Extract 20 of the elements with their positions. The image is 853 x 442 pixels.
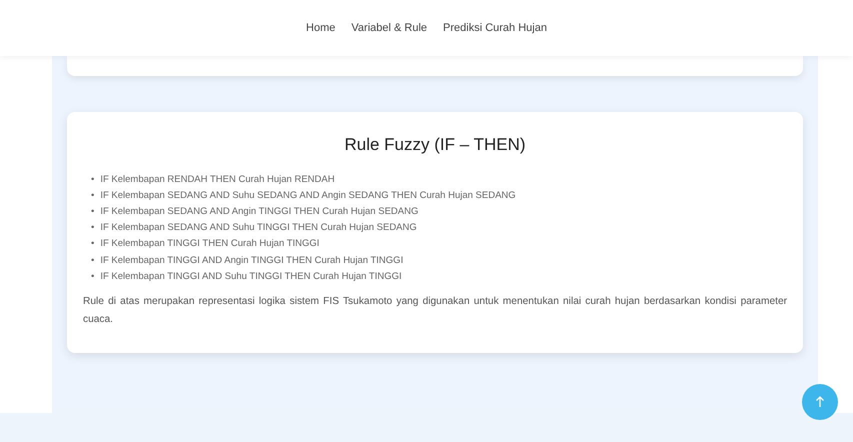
nav-link[interactable]: Prediksi Curah Hujan: [443, 20, 547, 36]
rule-item: IF Kelembapan SEDANG AND Angin TINGGI THEN Curah Hujan SEDANG: [100, 204, 418, 219]
nav-link[interactable]: Home: [306, 20, 336, 36]
bullet: •: [91, 270, 94, 284]
card-title: Rule Fuzzy (IF – THEN): [343, 134, 527, 156]
bullet: •: [91, 204, 94, 219]
rule-item: IF Kelembapan TINGGI THEN Curah Hujan TINGGI: [100, 237, 320, 252]
nav-link[interactable]: Variabel & Rule: [351, 20, 428, 36]
bullet: •: [91, 188, 94, 203]
arrow-up-icon: [815, 396, 825, 408]
rule-item: IF Kelembapan SEDANG AND Suhu SEDANG AND Angin SEDANG THEN Curah Hujan SEDANG: [100, 188, 516, 203]
rule-item: IF Kelembapan TINGGI AND Angin TINGGI THEN Curah Hujan TINGGI: [100, 254, 404, 268]
rule-item: IF Kelembapan RENDAH THEN Curah Hujan RENDAH: [100, 172, 335, 186]
bullet: •: [91, 254, 94, 268]
rule-item: IF Kelembapan SEDANG AND Suhu TINGGI THEN Curah Hujan SEDANG: [100, 221, 417, 236]
bullet: •: [91, 237, 94, 252]
description-text: Rule di atas merupakan representasi logika sistem FIS Tsukamoto yang digunakan untuk menentukan nilai curah hujan berdasarkan kondisi parameter cuaca.: [83, 294, 787, 327]
bullet: •: [91, 172, 94, 186]
bullet: •: [91, 221, 94, 236]
rule-item: IF Kelembapan TINGGI AND Suhu TINGGI THEN Curah Hujan TINGGI: [100, 270, 402, 284]
